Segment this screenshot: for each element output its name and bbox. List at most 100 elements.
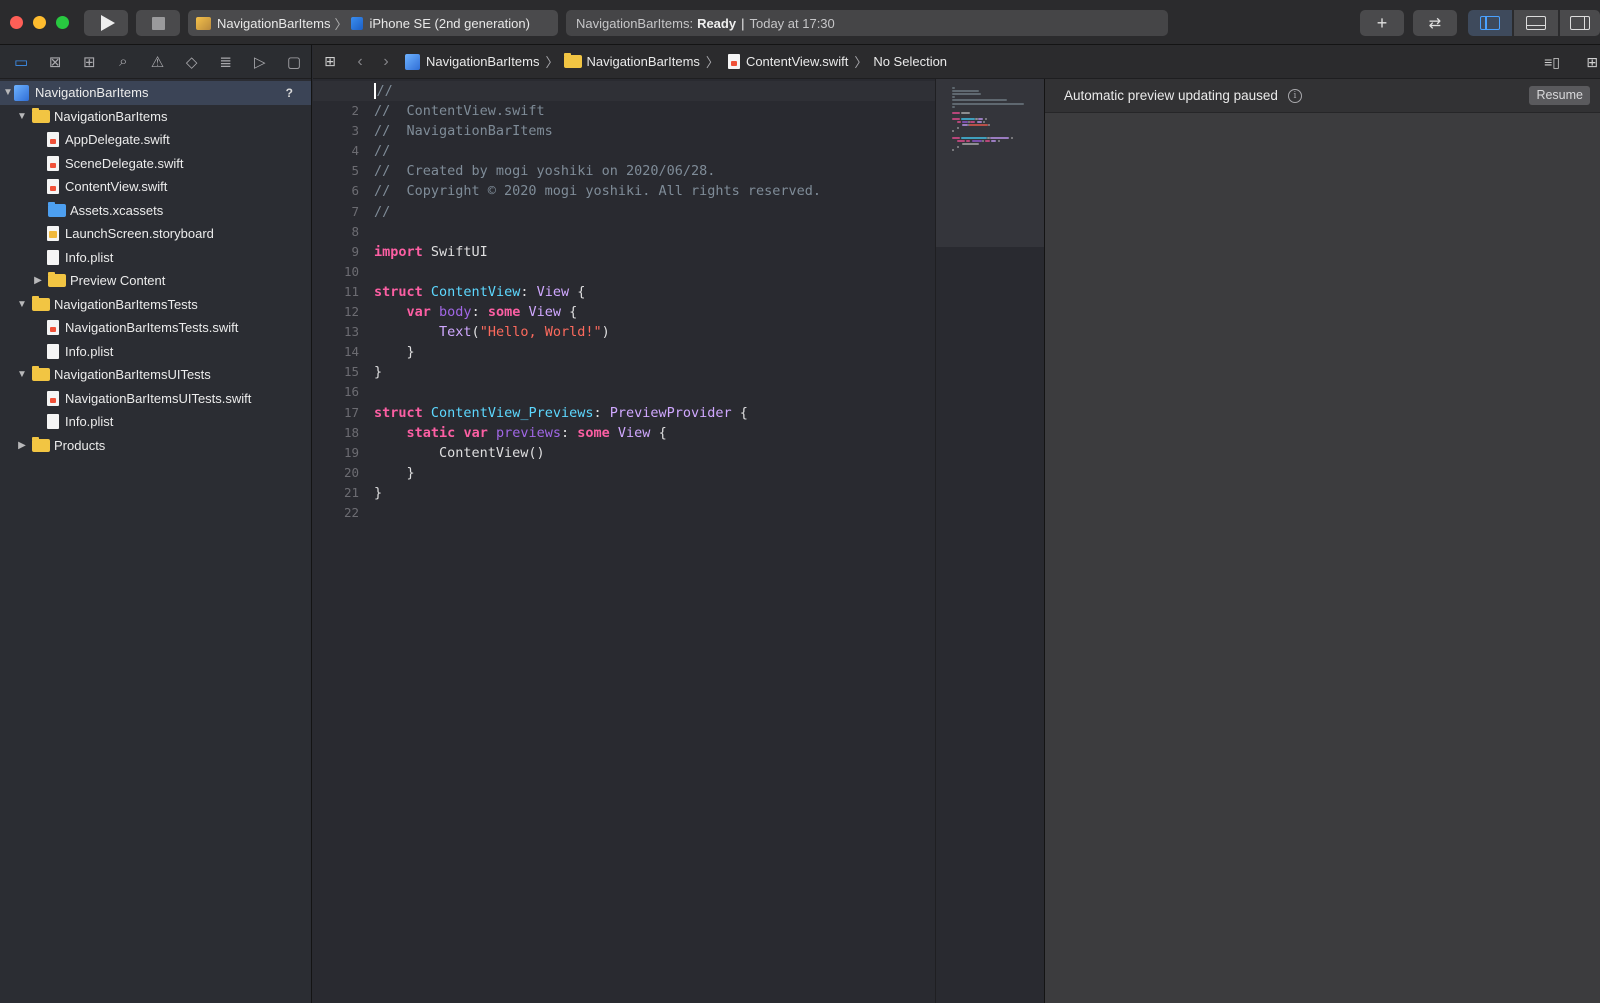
tree-item-label: NavigationBarItemsUITests: [54, 367, 211, 383]
tree-item-label: Assets.xcassets: [70, 202, 164, 218]
scheme-name[interactable]: NavigationBarItems: [217, 16, 330, 31]
code-line[interactable]: //: [313, 81, 935, 102]
project-navigator: ▭ ⊠ ⊞ ⌕ ⚠ ◇ ≣ ▷ ▢ ▼ NavigationBarItems? ▼ N…: [0, 45, 312, 1003]
breadcrumb-project[interactable]: NavigationBarItems: [405, 53, 539, 70]
find-icon[interactable]: ⌕: [106, 45, 140, 79]
code-line[interactable]: //: [374, 141, 935, 161]
tree-item-project[interactable]: ▼ NavigationBarItems?: [0, 81, 311, 105]
tree-item-group[interactable]: ▼ NavigationBarItemsUITests: [0, 363, 311, 387]
navigator-tabs: ▭ ⊠ ⊞ ⌕ ⚠ ◇ ≣ ▷ ▢: [0, 45, 311, 79]
breakpoint-icon[interactable]: ▷: [243, 45, 277, 79]
code-line[interactable]: }: [374, 362, 935, 382]
breadcrumb-selection[interactable]: No Selection: [873, 54, 947, 69]
activity-project: NavigationBarItems:: [576, 15, 694, 31]
line-number: 16: [343, 384, 359, 400]
line-number: 20: [343, 464, 359, 480]
close-window-button[interactable]: [10, 16, 23, 29]
tree-item-group[interactable]: ▶ Preview Content: [0, 269, 311, 293]
line-number: 12: [343, 304, 359, 320]
zoom-window-button[interactable]: [56, 16, 69, 29]
tree-item-label: Info.plist: [65, 249, 114, 265]
code-line[interactable]: struct ContentView: View {: [374, 282, 935, 302]
tree-item-group[interactable]: ▼ NavigationBarItemsTests: [0, 293, 311, 317]
folder-icon[interactable]: ▭: [4, 45, 38, 79]
tree-item-file[interactable]: Assets.xcassets: [0, 199, 311, 223]
disclosure-open-icon[interactable]: ▼: [16, 299, 28, 310]
code-line[interactable]: // Created by mogi yoshiki on 2020/06/28…: [374, 161, 935, 181]
code-token: struct: [374, 404, 423, 421]
tree-item-file[interactable]: NavigationBarItemsTests.swift: [0, 316, 311, 340]
test-icon[interactable]: ◇: [175, 45, 209, 79]
breadcrumb-file[interactable]: ContentView.swift: [725, 54, 848, 69]
code-line[interactable]: [374, 262, 935, 282]
disclosure-open-icon[interactable]: ▼: [16, 369, 28, 380]
tree-item-file[interactable]: Info.plist: [0, 410, 311, 434]
tree-item-file[interactable]: Info.plist: [0, 246, 311, 270]
issue-icon[interactable]: ⚠: [140, 45, 174, 79]
disclosure-closed-icon[interactable]: ▶: [32, 275, 44, 286]
forward-arrow-icon[interactable]: ›: [373, 53, 399, 71]
code-review-button[interactable]: ⇄: [1413, 10, 1457, 36]
code-line[interactable]: // ContentView.swift: [374, 101, 935, 121]
minimap-line: [962, 124, 968, 127]
code-line[interactable]: // NavigationBarItems: [374, 121, 935, 141]
report-icon[interactable]: ▢: [277, 45, 311, 79]
swift-file-icon: [47, 320, 59, 336]
resume-button[interactable]: Resume: [1529, 86, 1590, 105]
debug-icon[interactable]: ≣: [209, 45, 243, 79]
code-line[interactable]: [374, 382, 935, 402]
code-token: :: [520, 283, 537, 300]
back-arrow-icon[interactable]: ‹: [347, 53, 373, 71]
device-name[interactable]: iPhone SE (2nd generation): [369, 16, 529, 31]
toggle-inspector-button[interactable]: [1560, 10, 1600, 36]
stop-button[interactable]: [136, 10, 180, 36]
symbol-icon[interactable]: ⊞: [72, 45, 106, 79]
code-line[interactable]: static var previews: some View {: [374, 423, 935, 443]
toggle-debug-area-button[interactable]: [1514, 10, 1558, 36]
minimize-window-button[interactable]: [33, 16, 46, 29]
code-line[interactable]: }: [374, 342, 935, 362]
tree-item-file[interactable]: SceneDelegate.swift: [0, 152, 311, 176]
scheme-selector[interactable]: NavigationBarItems 〉 iPhone SE (2nd gene…: [188, 10, 558, 36]
code-token: (: [471, 324, 480, 341]
preview-canvas: Automatic preview updating paused i Resu…: [1044, 79, 1600, 1003]
code-line[interactable]: }: [374, 463, 935, 483]
minimap[interactable]: [935, 79, 1044, 1003]
code-line[interactable]: // Copyright © 2020 mogi yoshiki. All ri…: [374, 181, 935, 201]
breadcrumb-group[interactable]: NavigationBarItems: [564, 53, 700, 69]
code-token: }: [374, 464, 415, 481]
chevron-right-icon: 〉: [545, 55, 559, 70]
code-line[interactable]: var body: some View {: [374, 302, 935, 322]
tree-item-file[interactable]: LaunchScreen.storyboard: [0, 222, 311, 246]
tree-item-group[interactable]: ▶ Products: [0, 434, 311, 458]
tree-item-file[interactable]: AppDelegate.swift: [0, 128, 311, 152]
disclosure-open-icon[interactable]: ▼: [16, 111, 28, 122]
code-text[interactable]: // // ContentView.swift // NavigationBarIt…: [313, 81, 935, 523]
disclosure-open-icon[interactable]: ▼: [2, 87, 14, 98]
source-control-icon[interactable]: ⊠: [38, 45, 72, 79]
related-items-icon[interactable]: ⊞: [313, 53, 347, 70]
source-editor[interactable]: 12345678910111213141516171819202122 ////…: [313, 79, 935, 1003]
code-line[interactable]: Text("Hello, World!"): [374, 322, 935, 342]
info-icon[interactable]: i: [1287, 88, 1302, 103]
code-line[interactable]: import SwiftUI: [374, 242, 935, 262]
tree-item-file[interactable]: Info.plist: [0, 340, 311, 364]
editor-options-icon[interactable]: ≡▯: [1544, 54, 1560, 71]
code-token: struct: [374, 283, 423, 300]
tree-item-file[interactable]: NavigationBarItemsUITests.swift: [0, 387, 311, 411]
disclosure-closed-icon[interactable]: ▶: [16, 440, 28, 451]
code-line[interactable]: ContentView(): [374, 443, 935, 463]
code-line[interactable]: [374, 222, 935, 242]
minimap-line: [997, 139, 1000, 142]
tree-item-group[interactable]: ▼ NavigationBarItems: [0, 105, 311, 129]
code-line[interactable]: }: [374, 483, 935, 503]
tree-item-file[interactable]: ContentView.swift: [0, 175, 311, 199]
code-line[interactable]: [374, 503, 935, 523]
library-button[interactable]: +: [1360, 10, 1404, 36]
code-line[interactable]: //: [374, 202, 935, 222]
add-editor-icon[interactable]: ⊞: [1586, 54, 1598, 71]
code-line[interactable]: struct ContentView_Previews: PreviewProv…: [374, 403, 935, 423]
toggle-navigator-button[interactable]: [1468, 10, 1512, 36]
run-button[interactable]: [84, 10, 128, 36]
